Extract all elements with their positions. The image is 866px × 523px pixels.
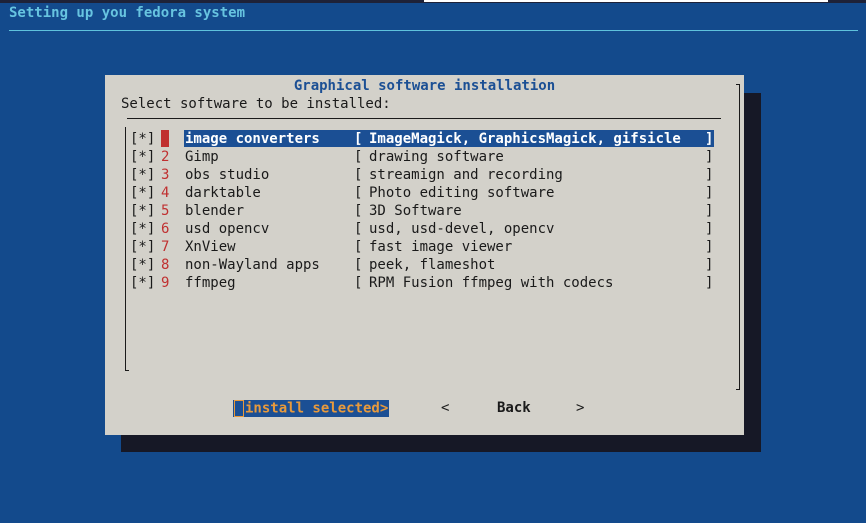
item-name: non-Wayland apps [185, 257, 320, 273]
item-name: Gimp [185, 149, 219, 165]
item-tag: 2 [161, 149, 170, 165]
dialog-prompt: Select software to be installed: [121, 96, 391, 112]
item-bracket-open: [ [354, 185, 363, 201]
item-tag: 1 [161, 130, 170, 147]
checklist-item-image-converters[interactable]: [*] 1 image converters [ ImageMagick, Gr… [130, 130, 714, 148]
backtitle-rule [9, 30, 858, 31]
listbox-top-border [127, 118, 721, 119]
item-name: XnView [185, 239, 236, 255]
listbox-left-border [125, 127, 126, 371]
item-checkbox[interactable]: [*] [130, 274, 155, 292]
back-button-left-bracket[interactable]: < [441, 400, 449, 417]
checklist-item-obs-studio[interactable]: [*] 3 obs studio [ streamign and recordi… [130, 166, 714, 184]
dialog-title: Graphical software installation [293, 78, 556, 94]
checklist-item-gimp[interactable]: [*] 2 Gimp [ drawing software ] [130, 148, 714, 166]
checklist-item-ffmpeg[interactable]: [*] 9 ffmpeg [ RPM Fusion ffmpeg with co… [130, 274, 714, 292]
item-checkbox[interactable]: [*] [130, 238, 155, 256]
item-name: image converters [185, 131, 320, 147]
item-bracket-close: ] [705, 257, 714, 273]
item-bracket-open: [ [354, 131, 363, 147]
item-bracket-close: ] [705, 221, 714, 237]
item-description: RPM Fusion ffmpeg with codecs [369, 275, 614, 291]
item-bracket-close: ] [705, 149, 714, 165]
item-tag: 6 [161, 221, 170, 237]
item-tag: 4 [161, 185, 170, 201]
top-strip-highlight [424, 0, 828, 2]
item-tag: 5 [161, 203, 170, 219]
item-description: Photo editing software [369, 185, 555, 201]
item-tag: 7 [161, 239, 170, 255]
item-name: ffmpeg [185, 275, 236, 291]
item-bracket-open: [ [354, 221, 363, 237]
checklist-item-blender[interactable]: [*] 5 blender [ 3D Software ] [130, 202, 714, 220]
listbox-corner [125, 370, 129, 371]
item-checkbox[interactable]: [*] [130, 148, 155, 166]
item-name: blender [185, 203, 245, 219]
item-checkbox[interactable]: [*] [130, 166, 155, 184]
install-selected-button[interactable]: install selected> [233, 400, 390, 417]
item-description: drawing software [369, 149, 504, 165]
dialog-border-tick [736, 389, 740, 390]
item-bracket-close: ] [705, 275, 714, 291]
item-bracket-open: [ [354, 275, 363, 291]
backtitle: Setting up you fedora system [9, 5, 246, 21]
checklist-item-usd-opencv[interactable]: [*] 6 usd opencv [ usd, usd-devel, openc… [130, 220, 714, 238]
item-bracket-open: [ [354, 167, 363, 183]
item-bracket-open: [ [354, 257, 363, 273]
back-button[interactable]: Back [497, 400, 531, 417]
checklist-item-non-wayland-apps[interactable]: [*] 8 non-Wayland apps [ peek, flameshot… [130, 256, 714, 274]
dialog-border-tick [736, 84, 740, 85]
item-bracket-open: [ [354, 203, 363, 219]
item-bracket-close: ] [705, 239, 714, 255]
item-bracket-close: ] [705, 131, 714, 147]
item-checkbox[interactable]: [*] [130, 184, 155, 202]
item-bracket-open: [ [354, 239, 363, 255]
item-description: peek, flameshot [369, 257, 496, 273]
item-checkbox[interactable]: [*] [130, 130, 155, 148]
checklist-item-darktable[interactable]: [*] 4 darktable [ Photo editing software… [130, 184, 714, 202]
item-tag: 8 [161, 257, 170, 273]
item-description: fast image viewer [369, 239, 513, 255]
item-description: ImageMagick, GraphicsMagick, gifsicle [369, 131, 681, 147]
install-selected-label: install selected> [245, 400, 389, 417]
item-name: obs studio [185, 167, 270, 183]
top-strip [0, 0, 866, 3]
item-bracket-open: [ [354, 149, 363, 165]
item-description: usd, usd-devel, opencv [369, 221, 555, 237]
item-bracket-close: ] [705, 203, 714, 219]
item-checkbox[interactable]: [*] [130, 256, 155, 274]
item-description: streamign and recording [369, 167, 563, 183]
text-cursor [234, 400, 244, 417]
back-button-right-bracket[interactable]: > [576, 400, 584, 417]
item-name: darktable [185, 185, 261, 201]
item-tag: 3 [161, 167, 170, 183]
item-checkbox[interactable]: [*] [130, 202, 155, 220]
item-bracket-close: ] [705, 185, 714, 201]
item-tag: 9 [161, 275, 170, 291]
item-checkbox[interactable]: [*] [130, 220, 155, 238]
item-name: usd opencv [185, 221, 270, 237]
item-description: 3D Software [369, 203, 462, 219]
checklist-item-xnview[interactable]: [*] 7 XnView [ fast image viewer ] [130, 238, 714, 256]
item-bracket-close: ] [705, 167, 714, 183]
dialog-right-border [739, 84, 740, 390]
